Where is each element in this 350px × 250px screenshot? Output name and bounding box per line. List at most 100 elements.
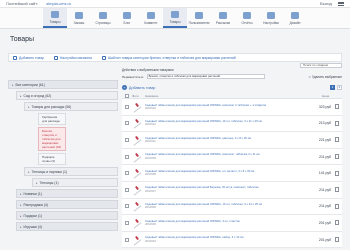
pagination: 12 [330, 85, 342, 90]
tree-subcategory[interactable]: Подкорм. почвы (3) [38, 153, 66, 165]
product-name-cell: Садовый табак-ключик для маркировки раст… [145, 104, 305, 111]
product-name-link[interactable]: Садовый табак-ключик для маркировки раст… [145, 170, 254, 173]
nav-icon [267, 11, 275, 19]
nav-label: Товары [169, 19, 181, 24]
product-thumbnail[interactable] [132, 151, 142, 163]
nav-item-1[interactable]: Заказы [67, 8, 91, 28]
trash-icon[interactable] [335, 104, 339, 110]
expand-arrow-icon[interactable]: ▸ [20, 203, 22, 207]
product-name-link[interactable]: Садовый табак-ключик для маркировки раст… [145, 186, 259, 189]
plus-icon: + [122, 85, 127, 90]
page-button[interactable]: 1 [330, 85, 335, 90]
move-category-select[interactable]: Брелки, отвертки и таблички для маркиров… [146, 74, 265, 79]
product-thumbnail[interactable] [132, 234, 142, 246]
product-thumbnail[interactable] [132, 134, 142, 146]
product-name-link[interactable]: Садовый табак-ключик для маркировки раст… [145, 236, 243, 239]
product-price: 211 руб [319, 187, 331, 192]
shop-settings-button[interactable]: Настройки магазина [53, 55, 92, 60]
tree-category[interactable]: ▸ Теплицы (1) [32, 178, 118, 187]
tree-category[interactable]: ▸ Распродажа (4) [16, 200, 118, 209]
menu-icon[interactable] [338, 1, 344, 6]
product-name-link[interactable]: Садовый табак-ключик для маркировки раст… [145, 120, 262, 123]
row-checkbox[interactable] [125, 187, 129, 192]
nav-icon [51, 10, 59, 18]
nav-item-2[interactable]: Страницы [91, 8, 115, 28]
nav-item-9[interactable]: Настройки [259, 8, 283, 28]
nav-label: Коммент. [144, 20, 158, 25]
trash-icon[interactable] [335, 203, 339, 209]
nav-item-5[interactable]: Товары [163, 8, 187, 28]
tree-category[interactable]: ▸ Игрушки (4) [16, 222, 118, 231]
product-thumbnail[interactable] [132, 117, 142, 129]
tree-category[interactable]: ▸ Теплицы и парники (1) [24, 167, 118, 176]
nav-item-3[interactable]: Блог [115, 8, 139, 28]
row-checkbox[interactable] [125, 137, 129, 142]
expand-arrow-icon[interactable]: ▸ [20, 225, 22, 229]
row-checkbox[interactable] [125, 104, 129, 109]
logout-link[interactable]: Выход [320, 1, 332, 6]
tree-category[interactable]: ▸ Все категории (61) [8, 80, 118, 89]
trash-icon[interactable] [335, 237, 339, 243]
expand-arrow-icon[interactable]: ▸ [20, 214, 22, 218]
nav-label: Отчёты [241, 20, 253, 25]
expand-arrow-icon[interactable]: ▸ [28, 170, 30, 174]
row-checkbox[interactable] [125, 171, 129, 176]
col-photo: Фото [132, 93, 139, 98]
gear-icon [53, 55, 58, 60]
trash-icon[interactable] [335, 187, 339, 193]
product-thumbnail[interactable] [132, 167, 142, 179]
tree-category[interactable]: ▸ Подарки (1) [16, 211, 118, 220]
trash-icon[interactable] [335, 170, 339, 176]
nav-item-10[interactable]: Дизайн [283, 8, 307, 28]
trash-icon[interactable] [335, 120, 339, 126]
row-checkbox[interactable] [125, 154, 129, 159]
nav-icon [219, 11, 227, 19]
nav-icon [243, 11, 251, 19]
tree-category[interactable]: ▸ Сад и огород (62) [16, 91, 118, 100]
expand-arrow-icon[interactable]: ▸ [12, 83, 14, 87]
tree-category-label: Подарки (1) [23, 213, 42, 218]
product-name-link[interactable]: Садовый табак-ключик для маркировки раст… [145, 153, 260, 156]
product-name-link[interactable]: Садовый табак-ключик для маркировки раст… [145, 203, 262, 206]
add-product-link[interactable]: + Добавить товар [122, 85, 155, 90]
row-checkbox[interactable] [125, 204, 129, 209]
trash-icon[interactable] [335, 137, 339, 143]
product-sku: 2010612 [145, 122, 156, 127]
product-thumbnail[interactable] [132, 101, 142, 113]
site-link[interactable]: simpla-cms.ru [46, 1, 71, 6]
product-name-link[interactable]: Садовый табак-ключик для маркировки раст… [145, 220, 240, 223]
row-checkbox[interactable] [125, 121, 129, 126]
product-sku: 2010605 [145, 221, 156, 226]
nav-item-4[interactable]: Коммент. [139, 8, 163, 28]
select-all-checkbox[interactable] [125, 93, 129, 98]
page-button[interactable]: 2 [337, 85, 342, 90]
tree-subcategory[interactable]: Удобрения для рассады [38, 113, 66, 125]
category-template-link[interactable]: Шаблон товара категории брелки, отвертки… [101, 55, 236, 60]
delete-selected-button[interactable]: ✕ Удалить выбранные [308, 75, 342, 79]
expand-arrow-icon[interactable]: ▸ [20, 94, 22, 98]
row-checkbox[interactable] [125, 237, 129, 242]
tree-category[interactable]: ▸ Новинки (1) [16, 189, 118, 198]
nav-item-7[interactable]: Рассылки [211, 8, 235, 28]
product-name-link[interactable]: Садовый табак-ключик для маркировки раст… [145, 137, 251, 140]
tree-category[interactable]: ▸ Товары для рассады (56) [24, 102, 118, 111]
product-name-cell: Садовый табак-ключик для маркировки раст… [145, 186, 305, 193]
expand-arrow-icon[interactable]: ▸ [20, 192, 22, 196]
trash-icon[interactable] [335, 154, 339, 160]
nav-item-6[interactable]: Пользователи [187, 8, 211, 28]
expand-arrow-icon[interactable]: ▸ [28, 105, 30, 109]
trash-icon[interactable] [335, 220, 339, 226]
nav-item-8[interactable]: Отчёты [235, 8, 259, 28]
product-sku: 2010607 [145, 188, 156, 193]
tree-subcategory[interactable]: Брелки, отвертки и таблички для маркиров… [38, 127, 66, 151]
table-row: Садовый табак-ключик для маркировки раст… [122, 99, 342, 116]
row-checkbox[interactable] [125, 220, 129, 225]
product-name-link[interactable]: Садовый табак-ключик для маркировки раст… [145, 104, 266, 107]
product-thumbnail[interactable] [132, 200, 142, 212]
product-thumbnail[interactable] [132, 184, 142, 196]
nav-item-0[interactable]: Товары [43, 8, 67, 28]
nav-label: Страницы [95, 20, 111, 25]
add-product-button[interactable]: Добавить товар [13, 55, 44, 60]
product-thumbnail[interactable] [132, 217, 142, 229]
expand-arrow-icon[interactable]: ▸ [36, 181, 38, 185]
